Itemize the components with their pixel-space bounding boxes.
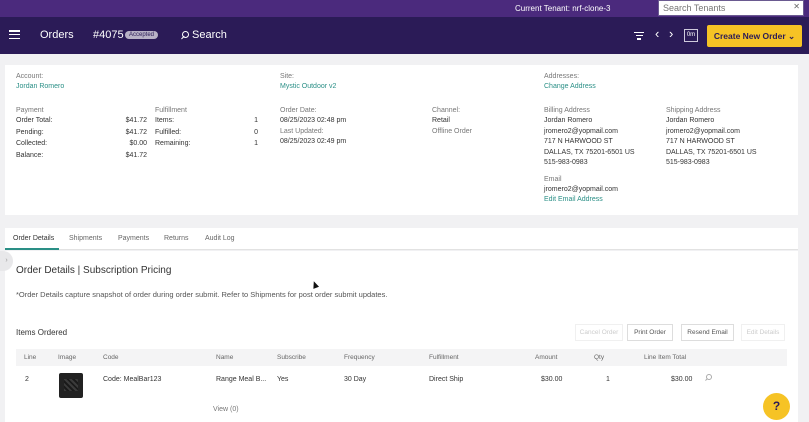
- search-button[interactable]: Search: [182, 29, 227, 41]
- tenant-bar: Current Tenant: nrf-clone-3 ✕: [0, 0, 809, 17]
- account-link[interactable]: Jordan Romero: [16, 83, 64, 90]
- tab-shipments[interactable]: Shipments: [69, 235, 102, 242]
- account-label: Account:: [16, 73, 44, 80]
- search-label: Search: [192, 29, 227, 41]
- om-button[interactable]: 0m: [684, 29, 698, 42]
- pending-label: Pending:: [16, 129, 44, 136]
- section-title: Order Details | Subscription Pricing: [16, 265, 172, 276]
- column-header: Name: [216, 354, 234, 361]
- edit-details-button[interactable]: Edit Details: [741, 324, 785, 341]
- row-line: 2: [25, 376, 29, 383]
- change-address-link[interactable]: Change Address: [544, 83, 596, 90]
- status-badge: Accepted: [125, 31, 159, 39]
- row-fulfillment: Direct Ship: [429, 376, 464, 383]
- shipping-address-label: Shipping Address: [666, 107, 721, 114]
- addresses-label: Addresses:: [544, 73, 580, 80]
- last-updated-value: 08/25/2023 02:49 pm: [280, 138, 347, 145]
- remaining-label: Remaining:: [155, 140, 191, 147]
- items-ordered-title: Items Ordered: [16, 328, 68, 337]
- fulfilled-value: 0: [254, 129, 258, 136]
- column-header: Subscribe: [277, 354, 306, 361]
- details-note: *Order Details capture snapshot of order…: [16, 290, 388, 299]
- shipping-line: DALLAS, TX 75201-6501 US: [666, 149, 757, 156]
- product-image[interactable]: [59, 373, 83, 398]
- column-header: Line: [24, 354, 37, 361]
- column-header: Line Item Total: [644, 354, 687, 361]
- site-label: Site:: [280, 73, 295, 80]
- help-button[interactable]: ?: [763, 393, 790, 420]
- column-header: Qty: [594, 354, 605, 361]
- create-new-order-button[interactable]: Create New Order ⌄: [707, 25, 802, 47]
- column-header: Frequency: [344, 354, 375, 361]
- row-frequency: 30 Day: [344, 376, 367, 383]
- column-header: Amount: [535, 354, 558, 361]
- shipping-line: Jordan Romero: [666, 117, 715, 124]
- channel-label: Channel:: [432, 107, 461, 114]
- edit-email-link[interactable]: Edit Email Address: [544, 196, 603, 203]
- resend-email-button[interactable]: Resend Email: [681, 324, 734, 341]
- last-updated-label: Last Updated:: [280, 128, 324, 135]
- tenant-search-input[interactable]: [658, 0, 804, 16]
- view-link[interactable]: View (0): [213, 406, 239, 413]
- order-total-label: Order Total:: [16, 117, 53, 124]
- chevron-left-icon[interactable]: ‹: [655, 26, 659, 41]
- current-tenant-label: Current Tenant: nrf-clone-3: [515, 4, 611, 13]
- billing-address-label: Billing Address: [544, 107, 590, 114]
- items-value: 1: [254, 117, 258, 124]
- row-subscribe: Yes: [277, 376, 289, 383]
- collected-label: Collected:: [16, 140, 48, 147]
- billing-line: 717 N HARWOOD ST: [544, 138, 613, 145]
- balance-value: $41.72: [125, 152, 147, 159]
- order-number: #4075: [93, 29, 124, 41]
- billing-line: jromero2@yopmail.com: [544, 128, 619, 135]
- collected-value: $0.00: [129, 140, 147, 147]
- tab-payments[interactable]: Payments: [118, 235, 149, 242]
- payment-label: Payment: [16, 107, 44, 114]
- active-tab-indicator: [5, 248, 59, 250]
- email-value: jromero2@yopmail.com: [544, 186, 619, 193]
- page-title: Orders: [40, 29, 74, 41]
- billing-line: Jordan Romero: [544, 117, 593, 124]
- column-header: Fulfillment: [429, 354, 459, 361]
- tab-returns[interactable]: Returns: [164, 235, 189, 242]
- site-link[interactable]: Mystic Outdoor v2: [280, 83, 336, 90]
- shipping-line: jromero2@yopmail.com: [666, 128, 741, 135]
- fulfilled-label: Fulfilled:: [155, 129, 182, 136]
- fulfillment-label: Fulfillment: [155, 107, 187, 114]
- chevron-right-icon[interactable]: ›: [669, 26, 673, 41]
- app-header: Orders #4075 Accepted Search ‹ › 0m Crea…: [0, 17, 809, 54]
- row-name: Range Meal B...: [216, 376, 267, 383]
- order-date-label: Order Date:: [280, 107, 317, 114]
- shipping-line: 515-983-0983: [666, 159, 710, 166]
- tab-audit-log[interactable]: Audit Log: [205, 235, 235, 242]
- billing-line: DALLAS, TX 75201-6501 US: [544, 149, 635, 156]
- column-header: Image: [58, 354, 77, 361]
- close-icon[interactable]: ✕: [793, 2, 800, 11]
- row-qty: 1: [606, 376, 610, 383]
- order-date-value: 08/25/2023 02:48 pm: [280, 117, 347, 124]
- order-total-value: $41.72: [125, 117, 147, 124]
- tab-order-details[interactable]: Order Details: [13, 235, 54, 242]
- balance-label: Balance:: [16, 152, 44, 159]
- row-total: $30.00: [671, 376, 693, 383]
- row-code: Code: MealBar123: [103, 376, 162, 383]
- print-order-button[interactable]: Print Order: [627, 324, 673, 341]
- row-amount: $30.00: [541, 376, 563, 383]
- channel-value: Retail: [432, 117, 450, 124]
- filter-icon[interactable]: [634, 32, 644, 40]
- search-icon[interactable]: [706, 374, 712, 380]
- menu-icon[interactable]: [9, 30, 20, 40]
- email-label: Email: [544, 176, 562, 183]
- search-icon: [182, 31, 189, 38]
- channel-sub: Offline Order: [432, 128, 472, 135]
- remaining-value: 1: [254, 140, 258, 147]
- order-details-panel: [5, 251, 798, 422]
- column-header: Code: [103, 354, 119, 361]
- items-label: Items:: [155, 117, 175, 124]
- billing-line: 515-983-0983: [544, 159, 588, 166]
- pending-value: $41.72: [125, 129, 147, 136]
- cancel-order-button[interactable]: Cancel Order: [575, 324, 623, 341]
- shipping-line: 717 N HARWOOD ST: [666, 138, 735, 145]
